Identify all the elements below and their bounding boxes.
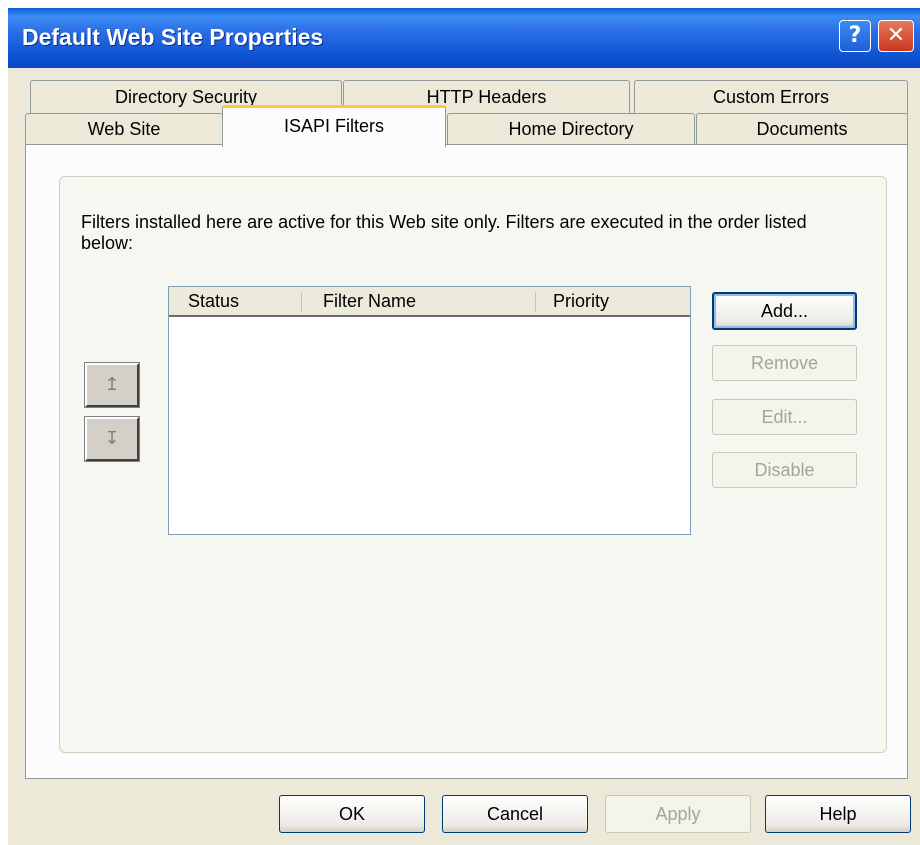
properties-dialog: Default Web Site Properties ? ✕ Director…: [8, 8, 920, 845]
tab-isapi-filters[interactable]: ISAPI Filters: [222, 105, 446, 147]
column-priority[interactable]: Priority: [553, 291, 609, 312]
remove-button[interactable]: Remove: [712, 345, 857, 381]
tab-documents[interactable]: Documents: [696, 113, 908, 145]
edit-button[interactable]: Edit...: [712, 399, 857, 435]
column-status[interactable]: Status: [188, 291, 239, 312]
add-button[interactable]: Add...: [712, 292, 857, 330]
column-divider[interactable]: [301, 292, 302, 312]
title-bar[interactable]: Default Web Site Properties ? ✕: [8, 8, 920, 68]
column-divider[interactable]: [535, 292, 536, 312]
help-icon[interactable]: ?: [839, 20, 871, 52]
column-filter-name[interactable]: Filter Name: [323, 291, 416, 312]
move-up-icon[interactable]: ↥: [84, 362, 140, 408]
tab-home-directory[interactable]: Home Directory: [447, 113, 695, 145]
isapi-filters-panel: Filters installed here are active for th…: [25, 144, 908, 779]
ok-button[interactable]: OK: [279, 795, 425, 833]
filters-list[interactable]: Status Filter Name Priority: [168, 286, 691, 535]
help-button[interactable]: Help: [765, 795, 911, 833]
disable-button[interactable]: Disable: [712, 452, 857, 488]
list-header: Status Filter Name Priority: [169, 287, 690, 317]
close-icon[interactable]: ✕: [878, 20, 914, 52]
cancel-button[interactable]: Cancel: [442, 795, 588, 833]
window-title: Default Web Site Properties: [22, 24, 324, 50]
tab-custom-errors[interactable]: Custom Errors: [634, 80, 908, 114]
move-down-icon[interactable]: ↧: [84, 416, 140, 462]
filters-description: Filters installed here are active for th…: [81, 212, 807, 253]
apply-button[interactable]: Apply: [605, 795, 751, 833]
tab-web-site[interactable]: Web Site: [25, 113, 223, 145]
